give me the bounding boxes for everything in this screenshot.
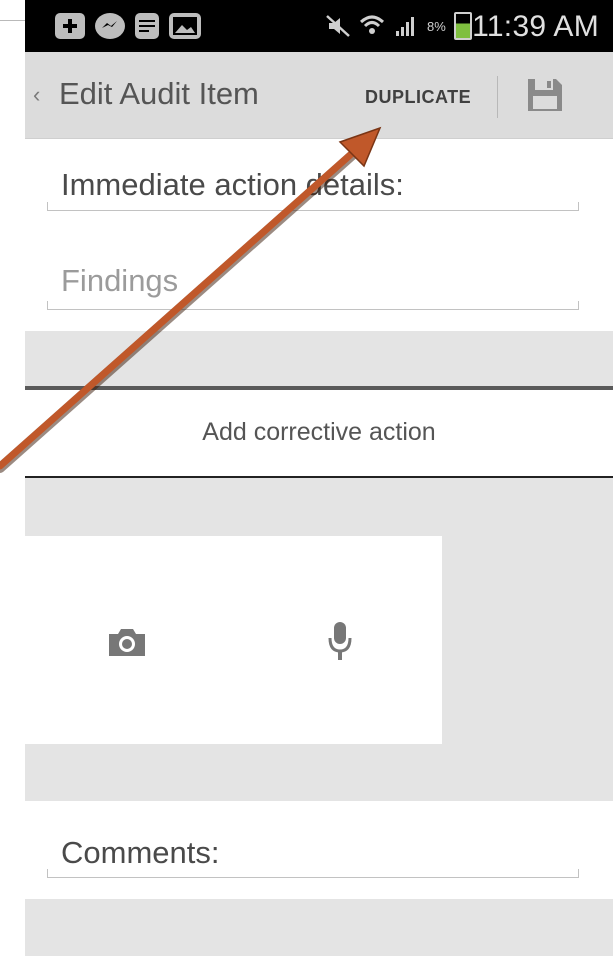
- form-details-block: Immediate action details: Findings: [25, 139, 613, 331]
- add-corrective-action-button[interactable]: Add corrective action: [25, 390, 613, 476]
- back-chevron-icon[interactable]: ‹: [33, 82, 40, 108]
- gallery-icon: [169, 13, 201, 39]
- immediate-action-field[interactable]: Immediate action details:: [61, 167, 404, 203]
- add-notification-icon: [55, 13, 85, 39]
- page-title[interactable]: Edit Audit Item: [59, 76, 259, 112]
- status-time: 11:39 AM: [472, 10, 599, 43]
- phone-screen: 8% 11:39 AM ‹ Edit Audit Item DUPLICATE …: [25, 0, 613, 956]
- battery-icon: [453, 12, 472, 40]
- action-bar-divider: [497, 76, 498, 118]
- save-icon[interactable]: [525, 76, 565, 114]
- findings-underline: [47, 301, 579, 310]
- mute-icon: [325, 14, 351, 38]
- system-icons: 8%: [325, 12, 472, 40]
- microphone-icon[interactable]: [327, 620, 353, 662]
- duplicate-button[interactable]: DUPLICATE: [365, 87, 471, 108]
- status-bar: 8% 11:39 AM: [25, 0, 613, 52]
- camera-icon[interactable]: [107, 626, 147, 658]
- comments-underline: [47, 869, 579, 878]
- comments-block: Comments:: [25, 801, 613, 899]
- messenger-icon: [95, 13, 125, 39]
- wifi-icon: [359, 14, 385, 38]
- screenshot-frame-left: [0, 0, 25, 956]
- findings-field[interactable]: Findings: [61, 263, 178, 299]
- add-corrective-action-label: Add corrective action: [202, 418, 436, 446]
- immediate-action-underline: [47, 202, 579, 211]
- comments-field[interactable]: Comments:: [61, 835, 219, 871]
- divider-bottom: [25, 476, 613, 478]
- action-bar: ‹ Edit Audit Item DUPLICATE: [25, 52, 613, 139]
- notification-icons: [55, 12, 201, 40]
- frame-top-border: [0, 0, 25, 21]
- media-attachment-card: [25, 536, 442, 744]
- signal-icon: [393, 14, 419, 38]
- battery-percent: 8%: [427, 18, 446, 34]
- calendar-icon: [135, 13, 159, 39]
